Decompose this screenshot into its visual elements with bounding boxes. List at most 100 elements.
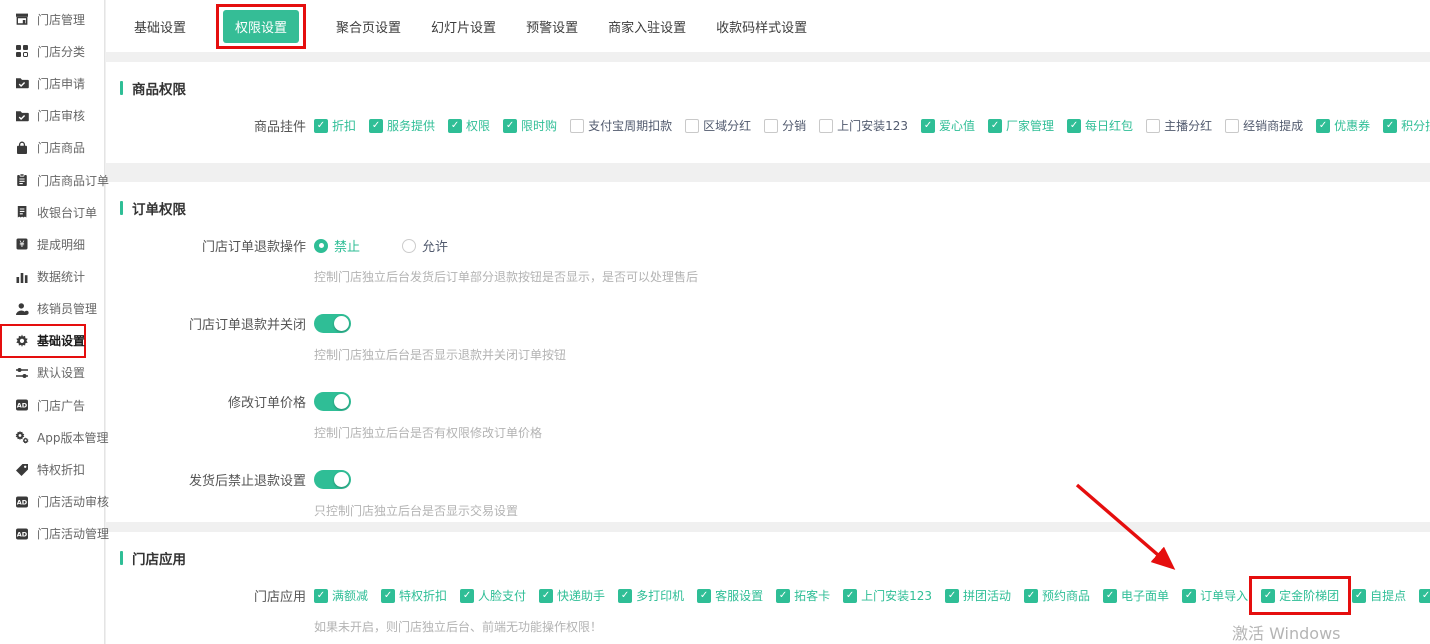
checkbox-item[interactable]: 上门安装123 (843, 587, 932, 604)
checkbox-item[interactable]: 限时购 (503, 117, 557, 134)
checkbox-label: 区域分红 (703, 117, 751, 134)
field-label: 门店应用 (106, 586, 306, 605)
checkbox-item[interactable]: 主播分红 (1146, 117, 1212, 134)
checkbox-item[interactable]: 分销 (764, 117, 806, 134)
checkbox-item[interactable]: 厂家管理 (988, 117, 1054, 134)
checkbox-label: 客服设置 (715, 587, 763, 604)
gear-icon (14, 334, 29, 348)
checkbox-item[interactable]: 订单导入 (1182, 587, 1248, 604)
sidebar-item-label: 门店活动管理 (37, 525, 109, 542)
checkbox-item-highlighted[interactable]: 定金阶梯团 (1249, 576, 1351, 615)
checkbox-label: 电子面单 (1121, 587, 1169, 604)
checkbox-item[interactable]: 人脸支付 (460, 587, 526, 604)
checkbox-checked-icon (776, 589, 790, 603)
bag-icon (14, 141, 29, 155)
field-label: 修改订单价格 (106, 392, 306, 411)
tab-item[interactable]: 收款码样式设置 (716, 17, 807, 36)
sidebar-item[interactable]: 门店申请 (0, 67, 104, 99)
sidebar-item-label: 门店商品订单 (37, 172, 109, 189)
svg-text:¥: ¥ (19, 240, 25, 250)
checkbox-label: 满额减 (332, 587, 368, 604)
no-refund-after-ship-toggle[interactable] (314, 470, 351, 489)
sidebar-item[interactable]: 特权折扣 (0, 453, 104, 485)
apps-checkbox-list: 满额减特权折扣人脸支付快递助手多打印机 客服设置拓客卡 上门安装123 拼团活动 预约商… (314, 587, 1430, 604)
help-text: 控制门店独立后台发货后订单部分退款按钮是否显示，是否可以处理售后 (314, 268, 1430, 285)
tab-item[interactable]: 幻灯片设置 (431, 17, 496, 36)
tag-icon (14, 463, 29, 477)
sidebar-item[interactable]: 数据统计 (0, 261, 104, 293)
checkbox-checked-icon (1067, 119, 1081, 133)
section-title: 门店应用 (106, 532, 1430, 568)
ad-icon: AD (14, 495, 29, 509)
checkbox-checked-icon (1182, 589, 1196, 603)
tab-bar: 基础设置 权限设置 聚合页设置 幻灯片设置 预警设置 商家入驻设置 收款码样式设置 (106, 0, 1430, 52)
sidebar-item[interactable]: App版本管理 (0, 421, 104, 453)
sidebar-item-label: 门店商品 (37, 139, 85, 156)
section-order-permissions: 订单权限 门店订单退款操作 禁止 允许 控制门店独立后台发货后订单部分退款按钮是… (106, 182, 1430, 522)
checkbox-item[interactable]: 服务提供 (369, 117, 435, 134)
checkbox-item[interactable]: 电子面单 (1103, 587, 1169, 604)
checkbox-item[interactable]: 客服设置 (697, 587, 763, 604)
checkbox-item[interactable]: 拼团活动 (945, 587, 1011, 604)
radio-allow[interactable]: 允许 (402, 236, 448, 255)
form-row-refund-close: 门店订单退款并关闭 (106, 314, 1430, 333)
sidebar-item[interactable]: 门店分类 (0, 35, 104, 67)
toggle-knob (334, 472, 349, 487)
checkbox-item[interactable]: 满额减 (314, 587, 368, 604)
checkbox-item[interactable]: 爱心值 (921, 117, 975, 134)
checkbox-item[interactable]: 区域分红 (685, 117, 751, 134)
title-accent-bar (120, 81, 123, 95)
sidebar-item-highlighted[interactable]: 基础设置 (0, 324, 86, 358)
sidebar-item[interactable]: 门店审核 (0, 100, 104, 132)
checkbox-item[interactable]: 积分抵扣 (1383, 117, 1430, 134)
sidebar-item[interactable]: 门店管理 (0, 3, 104, 35)
tab-item[interactable]: 聚合页设置 (336, 17, 401, 36)
sidebar-item[interactable]: 门店商品订单 (0, 164, 104, 196)
sidebar-item[interactable]: AD门店活动管理 (0, 518, 104, 550)
checkbox-label: 上门安装123 (861, 587, 932, 604)
sidebar-item[interactable]: 收银台订单 (0, 196, 104, 228)
tab-item[interactable]: 商家入驻设置 (608, 17, 686, 36)
sidebar-item-label: 提成明细 (37, 236, 85, 253)
sidebar-item[interactable]: 默认设置 (0, 357, 104, 389)
modify-price-toggle[interactable] (314, 392, 351, 411)
checkbox-label: 预约商品 (1042, 587, 1090, 604)
checkbox-unchecked-icon (819, 119, 833, 133)
folder-check-icon (14, 76, 29, 90)
checkbox-item[interactable]: 快递助手 (539, 587, 605, 604)
checkbox-checked-icon (460, 589, 474, 603)
radio-forbid[interactable]: 禁止 (314, 236, 360, 255)
checkbox-item[interactable]: 权限 (448, 117, 490, 134)
checkbox-checked-icon (314, 119, 328, 133)
refund-close-toggle[interactable] (314, 314, 351, 333)
checkbox-item[interactable]: 每日红包 (1067, 117, 1133, 134)
checkbox-item[interactable]: 拓客卡 (776, 587, 830, 604)
checkbox-label: 限时购 (521, 117, 557, 134)
sidebar-item[interactable]: 门店商品 (0, 132, 104, 164)
checkbox-label: 自提点 (1370, 587, 1406, 604)
checkbox-item[interactable]: 厂家管理 (1419, 587, 1430, 604)
sidebar-item-label: 门店审核 (37, 107, 85, 124)
checkbox-item[interactable]: 自提点 (1352, 587, 1406, 604)
sidebar-item[interactable]: 核销员管理 (0, 293, 104, 325)
checkbox-item[interactable]: 优惠券 (1316, 117, 1370, 134)
sidebar-item[interactable]: ¥ 提成明细 (0, 228, 104, 260)
checkbox-checked-icon (945, 589, 959, 603)
tab-item-active[interactable]: 权限设置 (223, 10, 299, 43)
sidebar-item-label: 门店分类 (37, 43, 85, 60)
checkbox-item[interactable]: 上门安装123 (819, 117, 908, 134)
tab-item[interactable]: 预警设置 (526, 17, 578, 36)
checkbox-label: 优惠券 (1334, 117, 1370, 134)
checkbox-item[interactable]: 多打印机 (618, 587, 684, 604)
checkbox-item[interactable]: 特权折扣 (381, 587, 447, 604)
checkbox-item[interactable]: 支付宝周期扣款 (570, 117, 672, 134)
tab-item[interactable]: 基础设置 (134, 17, 186, 36)
checkbox-label: 积分抵扣 (1401, 117, 1430, 134)
checkbox-item[interactable]: 折扣 (314, 117, 356, 134)
goods-checkbox-list: 折扣服务提供权限 限时购支付宝周期扣款 区域分红分销上门安装123 爱心值厂家管理每日… (314, 117, 1430, 134)
checkbox-item[interactable]: 预约商品 (1024, 587, 1090, 604)
checkbox-item[interactable]: 经销商提成 (1225, 117, 1303, 134)
sidebar-item[interactable]: AD门店广告 (0, 389, 104, 421)
sidebar-item[interactable]: AD门店活动审核 (0, 486, 104, 518)
gears-icon (14, 430, 29, 444)
